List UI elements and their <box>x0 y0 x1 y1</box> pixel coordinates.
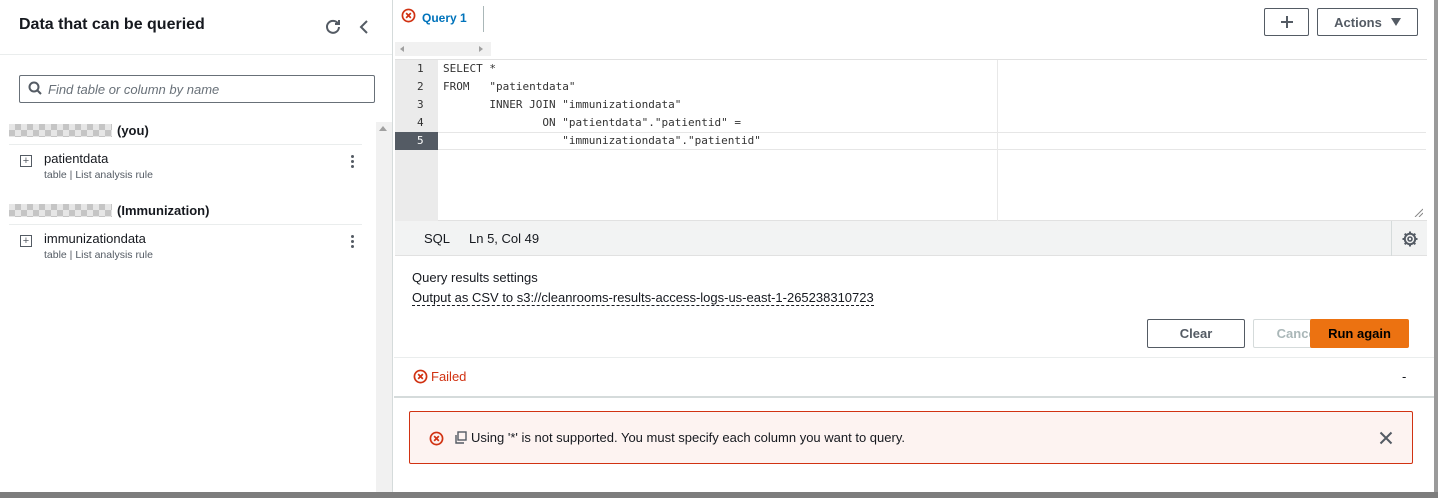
divider <box>1391 221 1392 256</box>
table-name: immunizationdata <box>44 231 146 246</box>
cursor-position: Ln 5, Col 49 <box>469 231 540 246</box>
table-subtitle: table | List analysis rule <box>44 169 153 181</box>
actions-label: Actions <box>1334 14 1382 30</box>
sidebar-header: Data that can be queried <box>0 0 392 55</box>
run-again-button[interactable]: Run again <box>1310 319 1409 348</box>
caret-down-icon <box>1390 18 1401 26</box>
tab-divider <box>483 6 484 32</box>
query-editor-panel: Query 1 Actions 1 2 3 4 5 SELECT * FROM … <box>394 0 1434 492</box>
print-margin <box>997 60 998 221</box>
table-search-field[interactable] <box>19 75 375 103</box>
error-alert: Using '*' is not supported. You must spe… <box>409 411 1413 464</box>
results-settings-title: Query results settings <box>412 270 538 285</box>
group-header-you: (you) <box>9 123 149 138</box>
resize-handle-icon[interactable] <box>1414 208 1423 217</box>
status-label: Failed <box>431 369 467 384</box>
table-subtitle: table | List analysis rule <box>44 249 153 261</box>
redacted-account-id <box>9 124 112 137</box>
divider <box>394 396 1434 398</box>
window-frame <box>0 492 1438 498</box>
line-number: 4 <box>417 116 424 129</box>
code-line[interactable]: SELECT * <box>443 60 496 78</box>
language-label: SQL <box>424 231 451 246</box>
error-icon <box>413 369 428 384</box>
add-query-button[interactable] <box>1264 8 1309 36</box>
query-tab-bar: Query 1 Actions <box>394 0 1434 42</box>
refresh-icon[interactable] <box>322 16 344 38</box>
line-number-active: 5 <box>395 132 438 150</box>
group-owner-label: (you) <box>117 123 149 138</box>
more-options-icon[interactable] <box>351 235 355 248</box>
status-failed: Failed <box>413 369 466 384</box>
sql-editor[interactable]: 1 2 3 4 5 SELECT * FROM "patientdata" IN… <box>395 59 1427 221</box>
scroll-up-icon[interactable] <box>379 126 387 131</box>
table-item-immunizationdata[interactable]: + immunizationdata table | List analysis… <box>20 231 365 267</box>
redacted-account-id <box>9 204 112 217</box>
error-message: Using '*' is not supported. You must spe… <box>471 430 905 445</box>
error-icon <box>429 431 444 446</box>
expand-icon[interactable]: + <box>20 155 32 167</box>
collapse-panel-icon[interactable] <box>353 16 375 38</box>
search-input[interactable] <box>48 81 358 97</box>
line-number: 3 <box>417 98 424 111</box>
clear-button[interactable]: Clear <box>1147 319 1245 348</box>
more-options-icon[interactable] <box>351 155 355 168</box>
sidebar-title: Data that can be queried <box>19 16 205 33</box>
group-header-immunization: (Immunization) <box>9 203 209 218</box>
sidebar-scrollbar[interactable] <box>376 122 392 492</box>
results-output-link[interactable]: Output as CSV to s3://cleanrooms-results… <box>412 290 874 306</box>
actions-button[interactable]: Actions <box>1317 8 1418 36</box>
tab-query-1[interactable]: Query 1 <box>401 8 467 38</box>
expand-icon[interactable]: + <box>20 235 32 247</box>
close-icon[interactable] <box>1378 430 1394 446</box>
code-line[interactable]: ON "patientdata"."patientid" = <box>443 114 741 132</box>
editor-status-bar: SQL Ln 5, Col 49 <box>395 221 1427 256</box>
code-line[interactable]: "immunizationdata"."patientid" <box>443 132 761 150</box>
code-line[interactable]: FROM "patientdata" <box>443 78 575 96</box>
group-owner-label: (Immunization) <box>117 203 210 218</box>
divider <box>9 224 362 225</box>
error-icon <box>401 8 416 26</box>
gear-icon[interactable] <box>1401 230 1419 248</box>
status-value: - <box>1402 369 1407 384</box>
copy-icon[interactable] <box>454 431 467 444</box>
line-number: 1 <box>417 62 424 75</box>
plus-icon <box>1280 16 1293 28</box>
line-number: 2 <box>417 80 424 93</box>
divider <box>9 144 362 145</box>
tab-scrollbar[interactable] <box>395 42 491 56</box>
table-item-patientdata[interactable]: + patientdata table | List analysis rule <box>20 151 365 187</box>
window-frame <box>1434 0 1438 498</box>
code-line[interactable]: INNER JOIN "immunizationdata" <box>443 96 681 114</box>
line-gutter: 1 2 3 4 5 <box>395 60 438 221</box>
divider <box>394 357 1434 358</box>
table-name: patientdata <box>44 151 109 166</box>
tab-label: Query 1 <box>422 11 467 25</box>
data-sidebar: Data that can be queried (you) + patient… <box>0 0 393 492</box>
search-icon <box>28 81 42 98</box>
